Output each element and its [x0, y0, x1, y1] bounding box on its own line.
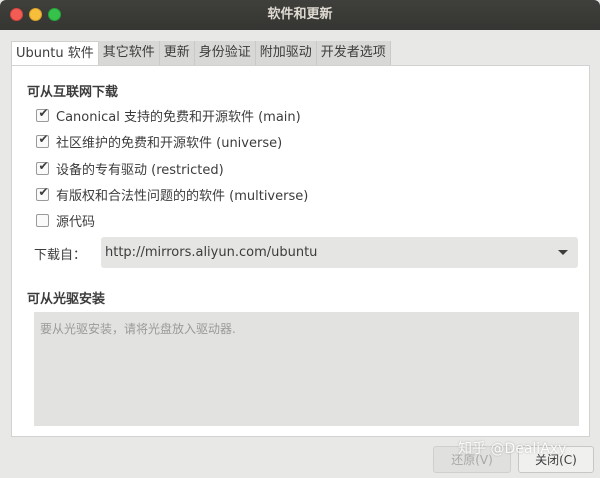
- check-icon: ✔: [38, 131, 49, 146]
- tab-other-software[interactable]: 其它软件: [98, 41, 160, 66]
- tab-developer-options[interactable]: 开发者选项: [316, 41, 391, 66]
- tab-ubuntu-software[interactable]: Ubuntu 软件: [11, 41, 99, 66]
- check-icon: ✔: [38, 184, 49, 199]
- ubuntu-software-panel: 可从互联网下载 ✔ Canonical 支持的免费和开源软件 (main) ✔ …: [11, 65, 590, 437]
- option-multiverse[interactable]: ✔ 有版权和合法性问题的的软件 (multiverse): [36, 184, 309, 204]
- cdrom-source-list[interactable]: 要从光驱安装，请将光盘放入驱动器.: [34, 312, 579, 426]
- cdrom-placeholder-text: 要从光驱安装，请将光盘放入驱动器.: [40, 322, 236, 336]
- main-checkbox[interactable]: ✔: [36, 105, 49, 122]
- universe-checkbox[interactable]: ✔: [36, 131, 49, 148]
- download-from-label: 下载自：: [34, 248, 87, 263]
- check-icon: ✔: [38, 158, 49, 173]
- cdrom-section-title: 可从光驱安装: [27, 292, 106, 307]
- download-server-value: http://mirrors.aliyun.com/ubuntu: [105, 245, 318, 260]
- option-restricted[interactable]: ✔ 设备的专有驱动 (restricted): [36, 158, 224, 178]
- dropdown-arrow-icon: [558, 250, 568, 255]
- option-universe-label: 社区维护的免费和开源软件 (universe): [56, 135, 283, 151]
- option-main-label: Canonical 支持的免费和开源软件 (main): [56, 109, 301, 125]
- window-title: 软件和更新: [267, 7, 333, 22]
- title-bar[interactable]: 软件和更新: [0, 0, 600, 30]
- tab-bar: Ubuntu 软件 其它软件 更新 身份验证 附加驱动 开发者选项: [11, 41, 391, 66]
- tab-authentication[interactable]: 身份验证: [194, 41, 256, 66]
- option-source-code-label: 源代码: [56, 214, 96, 230]
- restricted-checkbox[interactable]: ✔: [36, 158, 49, 175]
- software-updates-window: 软件和更新 Ubuntu 软件 其它软件 更新 身份验证 附加驱动 开发者选项 …: [0, 0, 600, 478]
- internet-section-title: 可从互联网下载: [27, 85, 119, 100]
- download-server-dropdown[interactable]: http://mirrors.aliyun.com/ubuntu: [101, 237, 578, 268]
- option-main[interactable]: ✔ Canonical 支持的免费和开源软件 (main): [36, 105, 301, 125]
- tab-updates[interactable]: 更新: [159, 41, 195, 66]
- check-icon: ✔: [38, 105, 49, 120]
- source-code-checkbox[interactable]: [36, 213, 49, 227]
- watermark: 知乎 @DealiAxy: [458, 441, 567, 457]
- option-restricted-label: 设备的专有驱动 (restricted): [56, 162, 224, 178]
- option-multiverse-label: 有版权和合法性问题的的软件 (multiverse): [56, 188, 309, 204]
- tab-additional-drivers[interactable]: 附加驱动: [255, 41, 317, 66]
- option-universe[interactable]: ✔ 社区维护的免费和开源软件 (universe): [36, 131, 283, 151]
- option-source-code[interactable]: 源代码: [36, 211, 96, 230]
- multiverse-checkbox[interactable]: ✔: [36, 184, 49, 201]
